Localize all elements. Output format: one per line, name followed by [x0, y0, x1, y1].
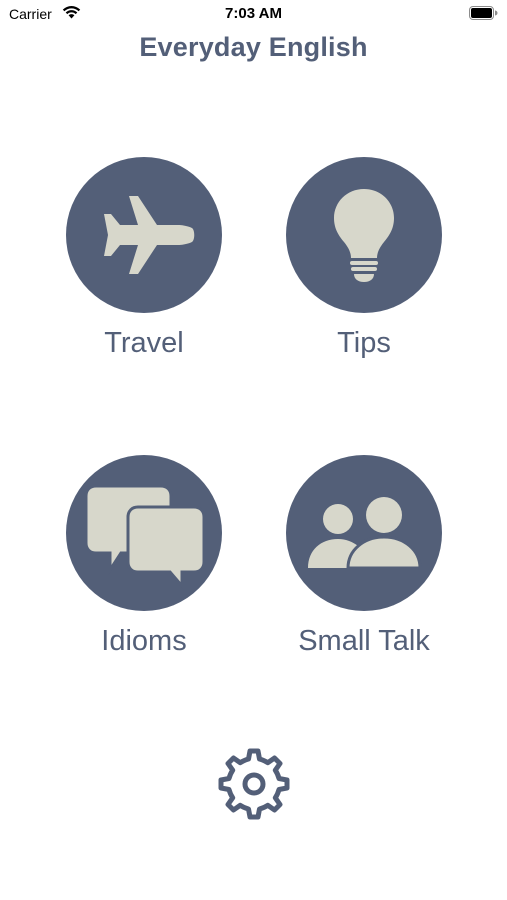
- travel-label[interactable]: Travel: [34, 327, 254, 360]
- idioms-category-button[interactable]: Idioms: [34, 455, 254, 658]
- status-time: 7:03 AM: [225, 5, 282, 22]
- idioms-icon-circle[interactable]: [66, 455, 222, 611]
- small-talk-category-button[interactable]: Small Talk: [254, 455, 474, 658]
- gear-icon[interactable]: [216, 744, 292, 820]
- tips-label[interactable]: Tips: [254, 327, 474, 360]
- status-bar: Carrier 7:03 AM: [0, 0, 507, 28]
- small-talk-label[interactable]: Small Talk: [254, 625, 474, 658]
- speech-bubbles-icon: [84, 484, 206, 591]
- lightbulb-icon: [334, 189, 394, 282]
- idioms-label[interactable]: Idioms: [34, 625, 254, 658]
- travel-icon-circle[interactable]: [66, 157, 222, 313]
- people-icon: [308, 497, 422, 570]
- small-talk-icon-circle[interactable]: [286, 455, 442, 611]
- tips-icon-circle[interactable]: [286, 157, 442, 313]
- battery-icon: [469, 6, 498, 20]
- app-title: Everyday English: [139, 32, 368, 62]
- tips-category-button[interactable]: Tips: [254, 157, 474, 360]
- travel-category-button[interactable]: Travel: [34, 157, 254, 360]
- airplane-icon: [104, 196, 195, 274]
